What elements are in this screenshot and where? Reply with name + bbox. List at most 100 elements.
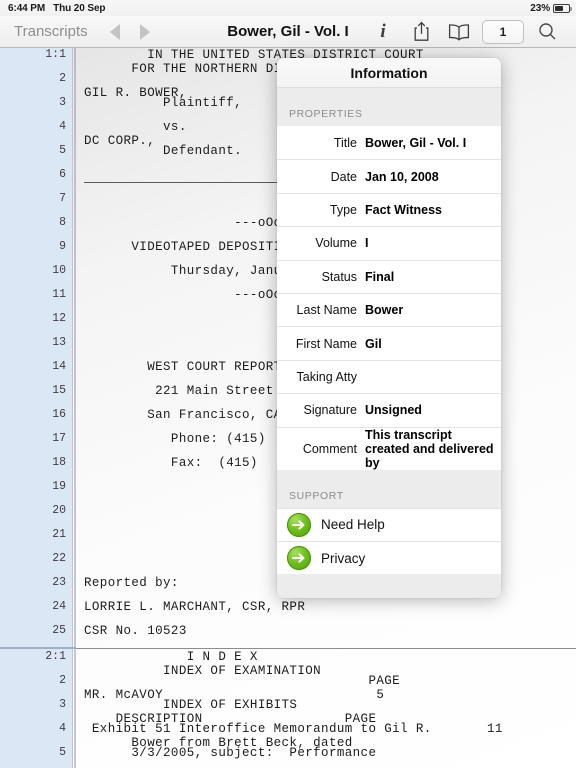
search-icon[interactable]: [528, 17, 566, 47]
share-icon[interactable]: [402, 17, 440, 47]
battery-icon: [553, 3, 572, 13]
line-number: 8: [59, 216, 66, 229]
property-key: Status: [321, 269, 357, 284]
line-number: 12: [52, 312, 66, 325]
line-number: 24: [52, 600, 66, 613]
popover-footer: [277, 574, 501, 598]
line-number: 16: [52, 408, 66, 421]
line-number: 18: [52, 456, 66, 469]
property-value: I: [365, 236, 369, 251]
toolbar-actions: i 1: [364, 17, 566, 47]
line-number: 3: [59, 96, 66, 109]
status-bar: 6:44 PM Thu 20 Sep 23%: [0, 0, 576, 16]
green-arrow-icon: [287, 512, 311, 537]
line-number: 25: [52, 624, 66, 637]
properties-section-header: PROPERTIES: [289, 108, 363, 120]
property-key: Signature: [303, 403, 357, 418]
popover-title: Information: [277, 58, 501, 88]
property-key: Date: [330, 169, 357, 184]
transcript-line: 4 Exhibit 51 Interoffice Memorandum to G…: [0, 722, 576, 750]
line-number: 4: [59, 120, 66, 133]
navigation-toolbar: Transcripts Bower, Gil - Vol. I i 1: [0, 16, 576, 48]
property-key: First Name: [295, 336, 357, 351]
property-value: This transcript created and delivered by: [365, 427, 494, 470]
line-number: 20: [52, 504, 66, 517]
info-icon[interactable]: i: [364, 17, 402, 47]
properties-list: Title Bower, Gil - Vol. I Date Jan 10, 2008…: [277, 126, 501, 470]
status-bar-time: 6:44 PM: [8, 2, 46, 14]
line-number: 13: [52, 336, 66, 349]
previous-page-icon[interactable]: [109, 23, 120, 40]
transcript-line-text: PAGE: [84, 674, 401, 688]
property-key: Comment: [302, 441, 357, 456]
line-number: 5: [59, 144, 66, 157]
line-number: 2:1: [45, 650, 66, 663]
support-row-need-help[interactable]: Need Help: [277, 507, 501, 541]
property-key: Volume: [315, 236, 357, 251]
line-number: 19: [52, 480, 66, 493]
line-number: 15: [52, 384, 66, 397]
next-page-icon[interactable]: [139, 23, 150, 40]
transcript-line: 25 CSR No. 10523: [0, 624, 576, 648]
property-row[interactable]: Status Final: [277, 259, 501, 293]
back-button-transcripts[interactable]: Transcripts: [14, 23, 88, 40]
support-row-privacy[interactable]: Privacy: [277, 540, 501, 575]
caption-rule: [84, 182, 284, 183]
status-bar-date: Thu 20 Sep: [53, 2, 106, 14]
line-number: 17: [52, 432, 66, 445]
property-value: Bower, Gil - Vol. I: [365, 135, 467, 150]
support-list: Need Help Privacy: [277, 507, 501, 575]
line-number: 3: [59, 698, 66, 711]
support-row-label: Need Help: [321, 517, 385, 533]
property-row[interactable]: Signature Unsigned: [277, 393, 501, 427]
line-number: 2: [59, 72, 66, 85]
line-number: 9: [59, 240, 66, 253]
status-bar-right: 23%: [530, 2, 572, 14]
property-row[interactable]: Last Name Bower: [277, 292, 501, 327]
property-value: Bower: [365, 303, 404, 318]
property-value: Fact Witness: [365, 202, 442, 217]
line-number: 21: [52, 528, 66, 541]
property-row[interactable]: Title Bower, Gil - Vol. I: [277, 126, 501, 160]
line-number: 23: [52, 576, 66, 589]
line-number: 5: [59, 746, 66, 759]
transcript-line: 5 3/3/2005, subject: Performance: [0, 746, 576, 768]
line-number: 2: [59, 674, 66, 687]
book-icon[interactable]: [440, 17, 478, 47]
property-row[interactable]: Volume I: [277, 226, 501, 260]
transcript-line: 24 LORRIE L. MARCHANT, CSR, RPR: [0, 600, 576, 624]
page-break-gutter: [0, 647, 76, 649]
information-popover: Information PROPERTIES Title Bower, Gil -…: [277, 58, 501, 598]
transcript-line-text: 3/3/2005, subject: Performance: [84, 746, 377, 760]
transcript-line-text: INDEX OF EXHIBITS: [84, 698, 298, 712]
transcript-line-text: LORRIE L. MARCHANT, CSR, RPR: [84, 600, 306, 614]
transcript-line-text: CSR No. 10523: [84, 624, 187, 638]
battery-percent-label: 23%: [530, 2, 550, 14]
property-value: Gil: [365, 336, 382, 351]
page-nav-arrows: [109, 23, 150, 40]
popover-body: PROPERTIES Title Bower, Gil - Vol. I Date J…: [277, 88, 501, 598]
property-row[interactable]: Comment This transcript created and deliv…: [277, 426, 501, 470]
line-number: 10: [52, 264, 66, 277]
green-arrow-icon: [287, 546, 311, 571]
line-number: 6: [59, 168, 66, 181]
property-value: Final: [365, 269, 395, 284]
line-number: 22: [52, 552, 66, 565]
property-row[interactable]: Type Fact Witness: [277, 192, 501, 227]
property-key: Type: [329, 202, 357, 217]
property-row[interactable]: First Name Gil: [277, 326, 501, 360]
property-row[interactable]: Taking Atty: [277, 359, 501, 394]
transcript-line: 2 PAGE MR. McAVOY 5: [0, 674, 576, 702]
line-number: 4: [59, 722, 66, 735]
line-number: 1:1: [45, 48, 66, 61]
transcript-line: 3 INDEX OF EXHIBITS DESCRIPTION PAGE: [0, 698, 576, 726]
support-section-header: SUPPORT: [289, 489, 344, 502]
page-number-field[interactable]: 1: [482, 19, 524, 44]
line-number: 7: [59, 192, 66, 205]
line-number: 14: [52, 360, 66, 373]
line-number: 11: [52, 288, 66, 301]
property-row[interactable]: Date Jan 10, 2008: [277, 159, 501, 193]
property-key: Taking Atty: [296, 369, 357, 384]
transcript-line-text: Exhibit 51 Interoffice Memorandum to Gil…: [84, 722, 503, 736]
app-root: 6:44 PM Thu 20 Sep 23% Transcripts Bower…: [0, 0, 576, 768]
